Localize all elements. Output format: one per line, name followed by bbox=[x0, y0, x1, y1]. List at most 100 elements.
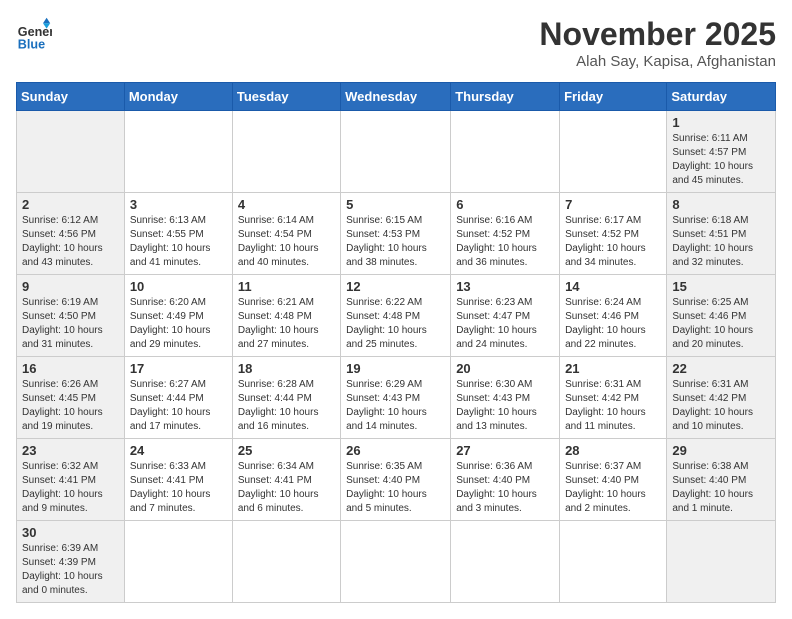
day-number: 5 bbox=[346, 197, 445, 212]
day-number: 14 bbox=[565, 279, 661, 294]
calendar-cell: 9Sunrise: 6:19 AM Sunset: 4:50 PM Daylig… bbox=[17, 275, 125, 357]
calendar-cell bbox=[124, 111, 232, 193]
weekday-header-wednesday: Wednesday bbox=[341, 83, 451, 111]
day-number: 4 bbox=[238, 197, 335, 212]
day-number: 30 bbox=[22, 525, 119, 540]
day-info: Sunrise: 6:17 AM Sunset: 4:52 PM Dayligh… bbox=[565, 214, 661, 270]
day-info: Sunrise: 6:27 AM Sunset: 4:44 PM Dayligh… bbox=[130, 378, 227, 434]
day-number: 3 bbox=[130, 197, 227, 212]
day-number: 12 bbox=[346, 279, 445, 294]
calendar-cell bbox=[124, 521, 232, 603]
month-title: November 2025 bbox=[539, 16, 776, 53]
calendar-week-1: 1 Sunrise: 6:11 AM Sunset: 4:57 PM Daylig… bbox=[17, 111, 776, 193]
day-number: 10 bbox=[130, 279, 227, 294]
day-info: Sunrise: 6:33 AM Sunset: 4:41 PM Dayligh… bbox=[130, 460, 227, 516]
day-info: Sunrise: 6:12 AM Sunset: 4:56 PM Dayligh… bbox=[22, 214, 119, 270]
location-title: Alah Say, Kapisa, Afghanistan bbox=[539, 53, 776, 70]
day-number: 16 bbox=[22, 361, 119, 376]
day-number: 20 bbox=[456, 361, 554, 376]
day-info: Sunrise: 6:23 AM Sunset: 4:47 PM Dayligh… bbox=[456, 296, 554, 352]
calendar-cell: 23Sunrise: 6:32 AM Sunset: 4:41 PM Dayli… bbox=[17, 439, 125, 521]
day-number: 11 bbox=[238, 279, 335, 294]
day-number: 2 bbox=[22, 197, 119, 212]
day-number: 1 bbox=[672, 115, 770, 130]
day-number: 24 bbox=[130, 443, 227, 458]
day-info: Sunrise: 6:31 AM Sunset: 4:42 PM Dayligh… bbox=[672, 378, 770, 434]
calendar-cell bbox=[667, 521, 776, 603]
day-info: Sunrise: 6:19 AM Sunset: 4:50 PM Dayligh… bbox=[22, 296, 119, 352]
day-number: 28 bbox=[565, 443, 661, 458]
title-area: November 2025 Alah Say, Kapisa, Afghanis… bbox=[539, 16, 776, 70]
day-number: 13 bbox=[456, 279, 554, 294]
calendar-cell: 2 Sunrise: 6:12 AM Sunset: 4:56 PM Daylig… bbox=[17, 193, 125, 275]
day-info: Sunrise: 6:35 AM Sunset: 4:40 PM Dayligh… bbox=[346, 460, 445, 516]
weekday-header-tuesday: Tuesday bbox=[232, 83, 340, 111]
calendar-cell: 25Sunrise: 6:34 AM Sunset: 4:41 PM Dayli… bbox=[232, 439, 340, 521]
calendar-cell: 6Sunrise: 6:16 AM Sunset: 4:52 PM Daylig… bbox=[451, 193, 560, 275]
calendar-cell bbox=[17, 111, 125, 193]
calendar-cell: 22 Sunrise: 6:31 AM Sunset: 4:42 PM Dayli… bbox=[667, 357, 776, 439]
calendar-cell: 7 Sunrise: 6:17 AM Sunset: 4:52 PM Daylig… bbox=[560, 193, 667, 275]
day-info: Sunrise: 6:25 AM Sunset: 4:46 PM Dayligh… bbox=[672, 296, 770, 352]
calendar-table: SundayMondayTuesdayWednesdayThursdayFrid… bbox=[16, 82, 776, 603]
day-info: Sunrise: 6:29 AM Sunset: 4:43 PM Dayligh… bbox=[346, 378, 445, 434]
day-number: 17 bbox=[130, 361, 227, 376]
weekday-header-monday: Monday bbox=[124, 83, 232, 111]
calendar-cell bbox=[341, 521, 451, 603]
calendar-cell bbox=[232, 111, 340, 193]
day-info: Sunrise: 6:26 AM Sunset: 4:45 PM Dayligh… bbox=[22, 378, 119, 434]
calendar-header-row: SundayMondayTuesdayWednesdayThursdayFrid… bbox=[17, 83, 776, 111]
day-info: Sunrise: 6:11 AM Sunset: 4:57 PM Dayligh… bbox=[672, 132, 770, 188]
calendar-cell bbox=[560, 111, 667, 193]
calendar-cell: 12 Sunrise: 6:22 AM Sunset: 4:48 PM Dayli… bbox=[341, 275, 451, 357]
day-number: 22 bbox=[672, 361, 770, 376]
calendar-cell bbox=[451, 111, 560, 193]
day-number: 15 bbox=[672, 279, 770, 294]
day-number: 18 bbox=[238, 361, 335, 376]
day-info: Sunrise: 6:36 AM Sunset: 4:40 PM Dayligh… bbox=[456, 460, 554, 516]
calendar-cell: 24 Sunrise: 6:33 AM Sunset: 4:41 PM Dayli… bbox=[124, 439, 232, 521]
calendar-week-3: 9Sunrise: 6:19 AM Sunset: 4:50 PM Daylig… bbox=[17, 275, 776, 357]
calendar-cell: 8 Sunrise: 6:18 AM Sunset: 4:51 PM Daylig… bbox=[667, 193, 776, 275]
calendar-cell bbox=[341, 111, 451, 193]
weekday-header-saturday: Saturday bbox=[667, 83, 776, 111]
day-number: 21 bbox=[565, 361, 661, 376]
calendar-cell: 26Sunrise: 6:35 AM Sunset: 4:40 PM Dayli… bbox=[341, 439, 451, 521]
calendar-cell: 10 Sunrise: 6:20 AM Sunset: 4:49 PM Dayli… bbox=[124, 275, 232, 357]
calendar-cell: 20Sunrise: 6:30 AM Sunset: 4:43 PM Dayli… bbox=[451, 357, 560, 439]
calendar-week-4: 16 Sunrise: 6:26 AM Sunset: 4:45 PM Dayli… bbox=[17, 357, 776, 439]
day-info: Sunrise: 6:18 AM Sunset: 4:51 PM Dayligh… bbox=[672, 214, 770, 270]
calendar-cell: 28 Sunrise: 6:37 AM Sunset: 4:40 PM Dayli… bbox=[560, 439, 667, 521]
day-number: 23 bbox=[22, 443, 119, 458]
calendar-cell bbox=[232, 521, 340, 603]
day-info: Sunrise: 6:31 AM Sunset: 4:42 PM Dayligh… bbox=[565, 378, 661, 434]
logo-icon: General Blue bbox=[16, 16, 52, 52]
calendar-cell: 5Sunrise: 6:15 AM Sunset: 4:53 PM Daylig… bbox=[341, 193, 451, 275]
day-number: 7 bbox=[565, 197, 661, 212]
day-info: Sunrise: 6:28 AM Sunset: 4:44 PM Dayligh… bbox=[238, 378, 335, 434]
calendar-week-2: 2 Sunrise: 6:12 AM Sunset: 4:56 PM Daylig… bbox=[17, 193, 776, 275]
calendar-cell: 16 Sunrise: 6:26 AM Sunset: 4:45 PM Dayli… bbox=[17, 357, 125, 439]
day-number: 29 bbox=[672, 443, 770, 458]
calendar-cell bbox=[560, 521, 667, 603]
day-info: Sunrise: 6:22 AM Sunset: 4:48 PM Dayligh… bbox=[346, 296, 445, 352]
logo: General Blue bbox=[16, 16, 52, 52]
calendar-cell: 1 Sunrise: 6:11 AM Sunset: 4:57 PM Daylig… bbox=[667, 111, 776, 193]
day-info: Sunrise: 6:20 AM Sunset: 4:49 PM Dayligh… bbox=[130, 296, 227, 352]
calendar-cell: 18 Sunrise: 6:28 AM Sunset: 4:44 PM Dayli… bbox=[232, 357, 340, 439]
day-number: 8 bbox=[672, 197, 770, 212]
calendar-cell: 13 Sunrise: 6:23 AM Sunset: 4:47 PM Dayli… bbox=[451, 275, 560, 357]
day-info: Sunrise: 6:37 AM Sunset: 4:40 PM Dayligh… bbox=[565, 460, 661, 516]
calendar-cell bbox=[451, 521, 560, 603]
calendar-cell: 27 Sunrise: 6:36 AM Sunset: 4:40 PM Dayli… bbox=[451, 439, 560, 521]
svg-text:Blue: Blue bbox=[18, 37, 45, 51]
calendar-cell: 30 Sunrise: 6:39 AM Sunset: 4:39 PM Dayli… bbox=[17, 521, 125, 603]
day-info: Sunrise: 6:14 AM Sunset: 4:54 PM Dayligh… bbox=[238, 214, 335, 270]
calendar-cell: 17 Sunrise: 6:27 AM Sunset: 4:44 PM Dayli… bbox=[124, 357, 232, 439]
day-number: 27 bbox=[456, 443, 554, 458]
day-info: Sunrise: 6:39 AM Sunset: 4:39 PM Dayligh… bbox=[22, 542, 119, 598]
calendar-cell: 15 Sunrise: 6:25 AM Sunset: 4:46 PM Dayli… bbox=[667, 275, 776, 357]
calendar-week-6: 30 Sunrise: 6:39 AM Sunset: 4:39 PM Dayli… bbox=[17, 521, 776, 603]
day-info: Sunrise: 6:16 AM Sunset: 4:52 PM Dayligh… bbox=[456, 214, 554, 270]
day-info: Sunrise: 6:38 AM Sunset: 4:40 PM Dayligh… bbox=[672, 460, 770, 516]
